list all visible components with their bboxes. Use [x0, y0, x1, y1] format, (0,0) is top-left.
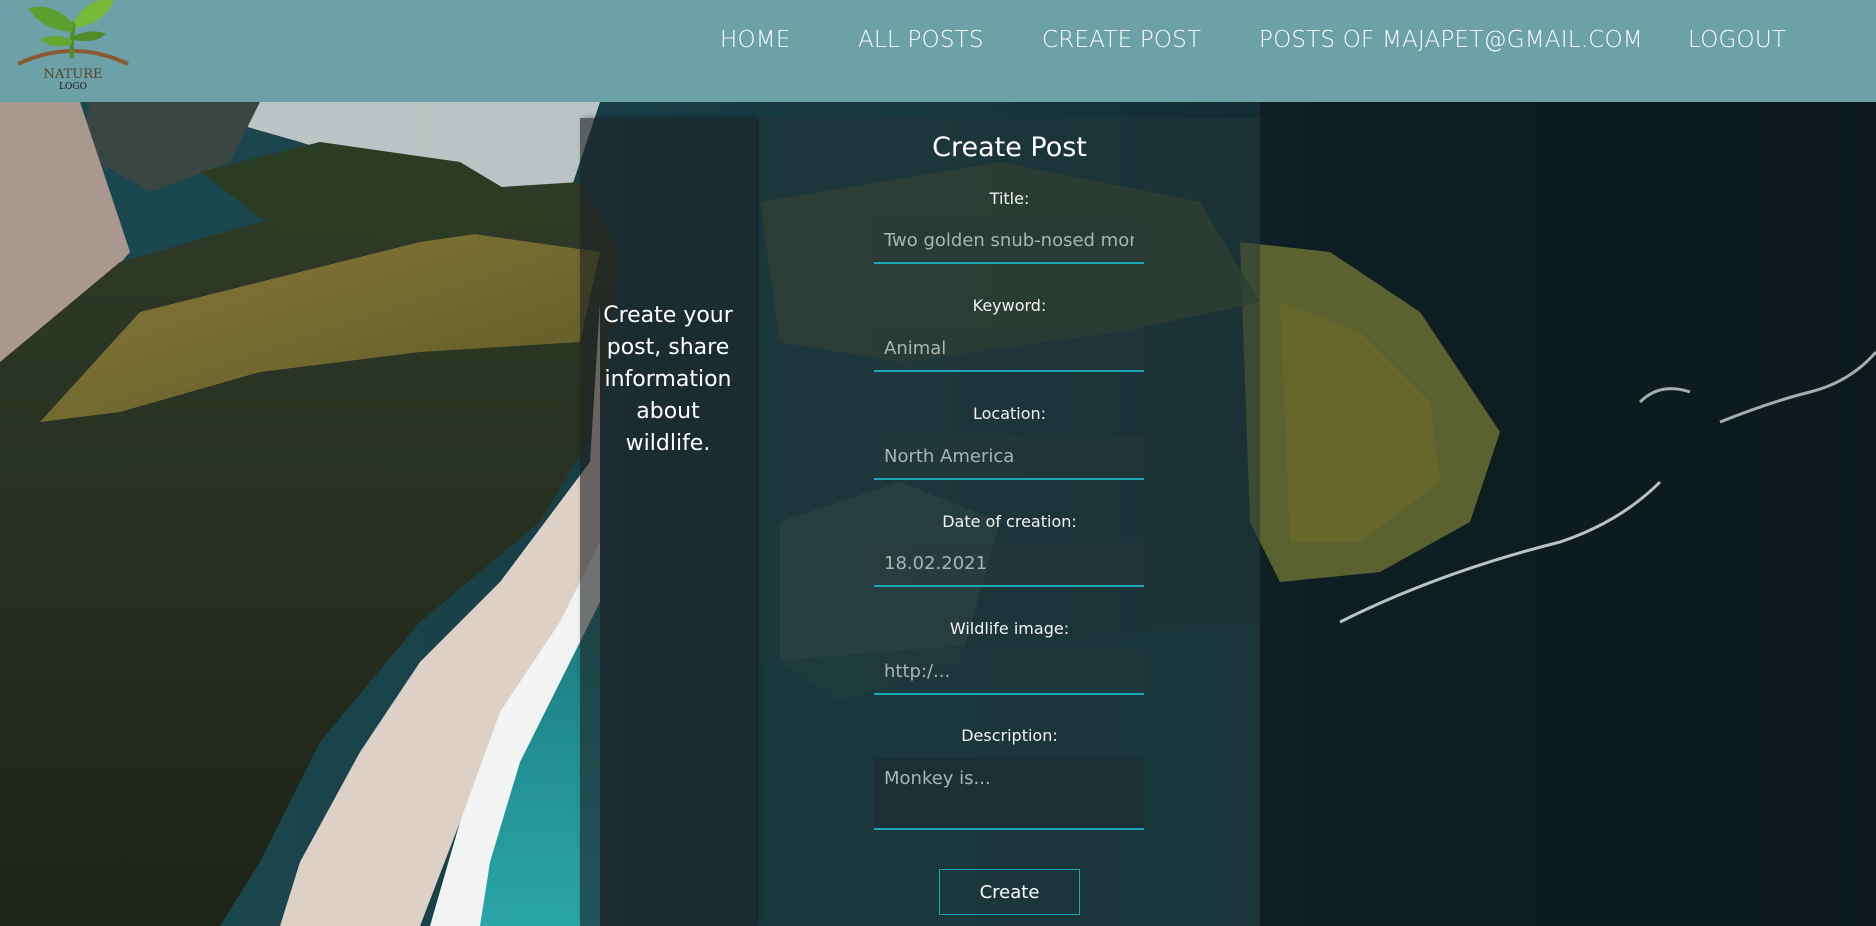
location-label: Location:: [972, 404, 1047, 423]
location-input[interactable]: [874, 436, 1144, 480]
create-post-form: Create Post Title: Keyword: Location: Da…: [759, 118, 1260, 926]
title-label: Title:: [989, 189, 1030, 208]
nav-logout[interactable]: LOGOUT: [1688, 27, 1786, 53]
create-button[interactable]: Create: [939, 869, 1080, 915]
date-input[interactable]: [874, 543, 1144, 587]
image-url-input[interactable]: [874, 651, 1144, 695]
main-nav: HOME ALL POSTS CREATE POST POSTS OF MAJA…: [0, 0, 1876, 86]
info-side-panel: Create your post, share information abou…: [580, 118, 756, 926]
nav-create-post[interactable]: CREATE POST: [1042, 27, 1201, 53]
top-navbar: NATURE LOGO HOME ALL POSTS CREATE POST P…: [0, 0, 1876, 102]
title-input[interactable]: [874, 220, 1144, 264]
description-textarea[interactable]: [874, 758, 1144, 830]
nav-all-posts[interactable]: ALL POSTS: [858, 27, 984, 53]
side-panel-text: Create your post, share information abou…: [603, 303, 733, 456]
nav-home[interactable]: HOME: [720, 27, 791, 53]
keyword-input[interactable]: [874, 328, 1144, 372]
form-title: Create Post: [932, 132, 1087, 163]
description-label: Description:: [961, 726, 1058, 745]
image-url-label: Wildlife image:: [949, 619, 1070, 638]
keyword-label: Keyword:: [972, 296, 1047, 315]
nav-my-posts[interactable]: POSTS OF MAJAPET@GMAIL.COM: [1259, 27, 1643, 53]
date-label: Date of creation:: [942, 512, 1077, 531]
